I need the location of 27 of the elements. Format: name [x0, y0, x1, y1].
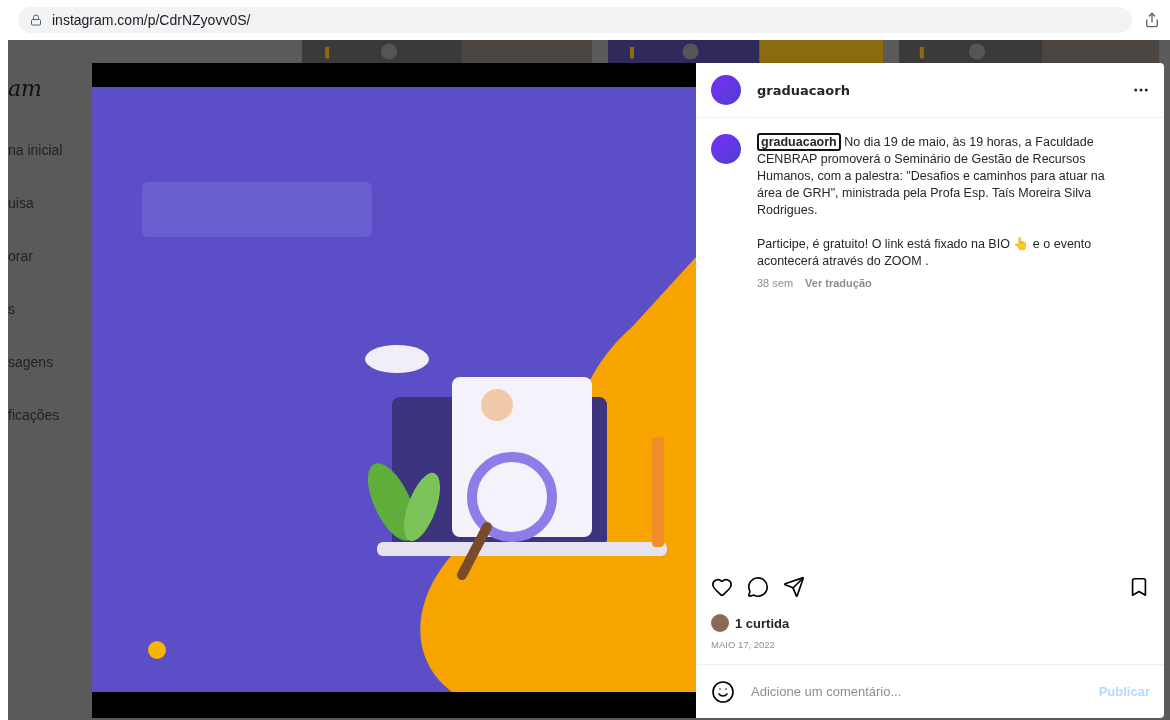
emoji-icon[interactable]: [711, 679, 735, 704]
username[interactable]: graduacaorh: [757, 82, 1116, 98]
sidebar-item[interactable]: ficações: [8, 407, 92, 427]
post-date: MAIO 17, 2022: [710, 638, 776, 652]
share-icon[interactable]: [1144, 12, 1160, 28]
caption-text: graduacaorh No dia 19 de maio, às 19 horas, a Faculdade CENBRAP promoverá o Seminário de Gestão de Recursos Humanos, com a palestra: "Desafios e caminhos para atuar na área de GRH", ministrada pela Profa Esp. Taís Moreira Silva Rodrigues.: [757, 134, 1106, 219]
paper-plane-icon[interactable]: [783, 576, 805, 598]
heart-icon[interactable]: [711, 576, 733, 598]
username-link[interactable]: graduacaorh: [757, 133, 841, 151]
publish-button[interactable]: Publicar: [1098, 684, 1150, 699]
likes-count[interactable]: 1 curtida: [735, 615, 790, 631]
avatar: [711, 75, 741, 105]
sidebar-item[interactable]: s: [8, 301, 92, 321]
comment-icon[interactable]: [747, 576, 769, 598]
logo: am: [8, 76, 43, 101]
translate-link[interactable]: Ver tradução: [805, 275, 872, 292]
caption-text: Participe, é gratuito! O link está fixado na BIO 👆 e o evento acontecerá através do ZOOM .: [757, 236, 1093, 270]
url-text: instagram.com/p/CdrNZyovv0S/: [52, 12, 251, 28]
post-age: 38 sem: [757, 276, 794, 291]
sidebar-item[interactable]: orar: [8, 248, 92, 268]
sidebar-item[interactable]: na inicial: [8, 142, 92, 162]
sidebar-item[interactable]: uisa: [8, 195, 92, 215]
lock-icon: [30, 14, 42, 26]
avatar: [711, 134, 741, 164]
address-bar[interactable]: instagram.com/p/CdrNZyovv0S/: [18, 7, 1132, 33]
sidebar-item[interactable]: sagens: [8, 354, 92, 374]
avatar: [711, 614, 729, 632]
